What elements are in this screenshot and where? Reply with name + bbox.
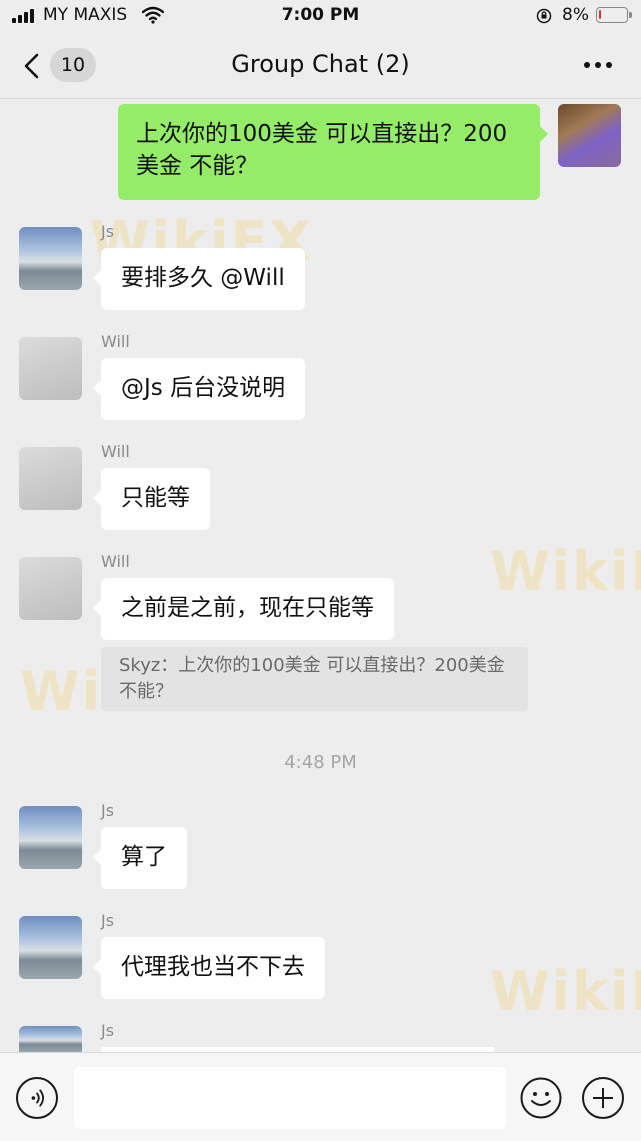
message-input[interactable]	[74, 1067, 506, 1129]
chat-title: Group Chat (2)	[231, 50, 410, 78]
more-options-icon[interactable]	[580, 60, 616, 70]
sender-name: Js	[101, 801, 115, 820]
quoted-message[interactable]: Skyz：上次你的100美金 可以直接出？200美金 不能？	[101, 647, 528, 711]
input-bar	[0, 1052, 641, 1141]
message-bubble[interactable]: 只能等	[93, 468, 210, 530]
orientation-lock-icon	[536, 8, 552, 24]
avatar[interactable]	[19, 227, 82, 290]
watermark: WikiFX	[490, 960, 641, 1023]
self-avatar[interactable]	[558, 104, 621, 167]
message-bubble[interactable]: @Js 后台没说明	[92, 358, 306, 420]
chat-timestamp: 4:48 PM	[284, 752, 357, 773]
sender-name: Js	[101, 911, 115, 930]
avatar[interactable]	[19, 806, 82, 869]
battery-percent: 8%	[562, 5, 589, 25]
message-bubble[interactable]: 算了	[93, 827, 187, 889]
avatar[interactable]	[19, 557, 82, 620]
chat-header: 10 Group Chat (2)	[0, 34, 641, 99]
avatar[interactable]	[19, 916, 82, 979]
message-bubble[interactable]: 代理我也当不下去	[93, 937, 325, 999]
sender-name: Js	[101, 1021, 115, 1040]
plus-icon[interactable]	[582, 1077, 624, 1119]
emoji-icon[interactable]	[520, 1077, 562, 1119]
avatar[interactable]	[19, 1026, 82, 1052]
watermark: WikiFX	[490, 540, 641, 603]
avatar[interactable]	[19, 447, 82, 510]
message-bubble[interactable]: 要排多久 @Will	[93, 248, 305, 310]
voice-icon[interactable]	[16, 1077, 58, 1119]
avatar[interactable]	[19, 337, 82, 400]
sender-name: Js	[101, 222, 115, 241]
battery-icon	[596, 7, 632, 23]
message-bubble[interactable]: 上次你的100美金 可以直接出？200美金 不能？	[118, 104, 548, 200]
sender-name: Will	[101, 552, 130, 571]
sender-name: Will	[101, 442, 130, 461]
sender-name: Will	[101, 332, 130, 351]
status-bar: MY MAXIS 7:00 PM 8%	[0, 0, 641, 34]
message-bubble[interactable]: 之前是之前，现在只能等	[93, 578, 394, 640]
